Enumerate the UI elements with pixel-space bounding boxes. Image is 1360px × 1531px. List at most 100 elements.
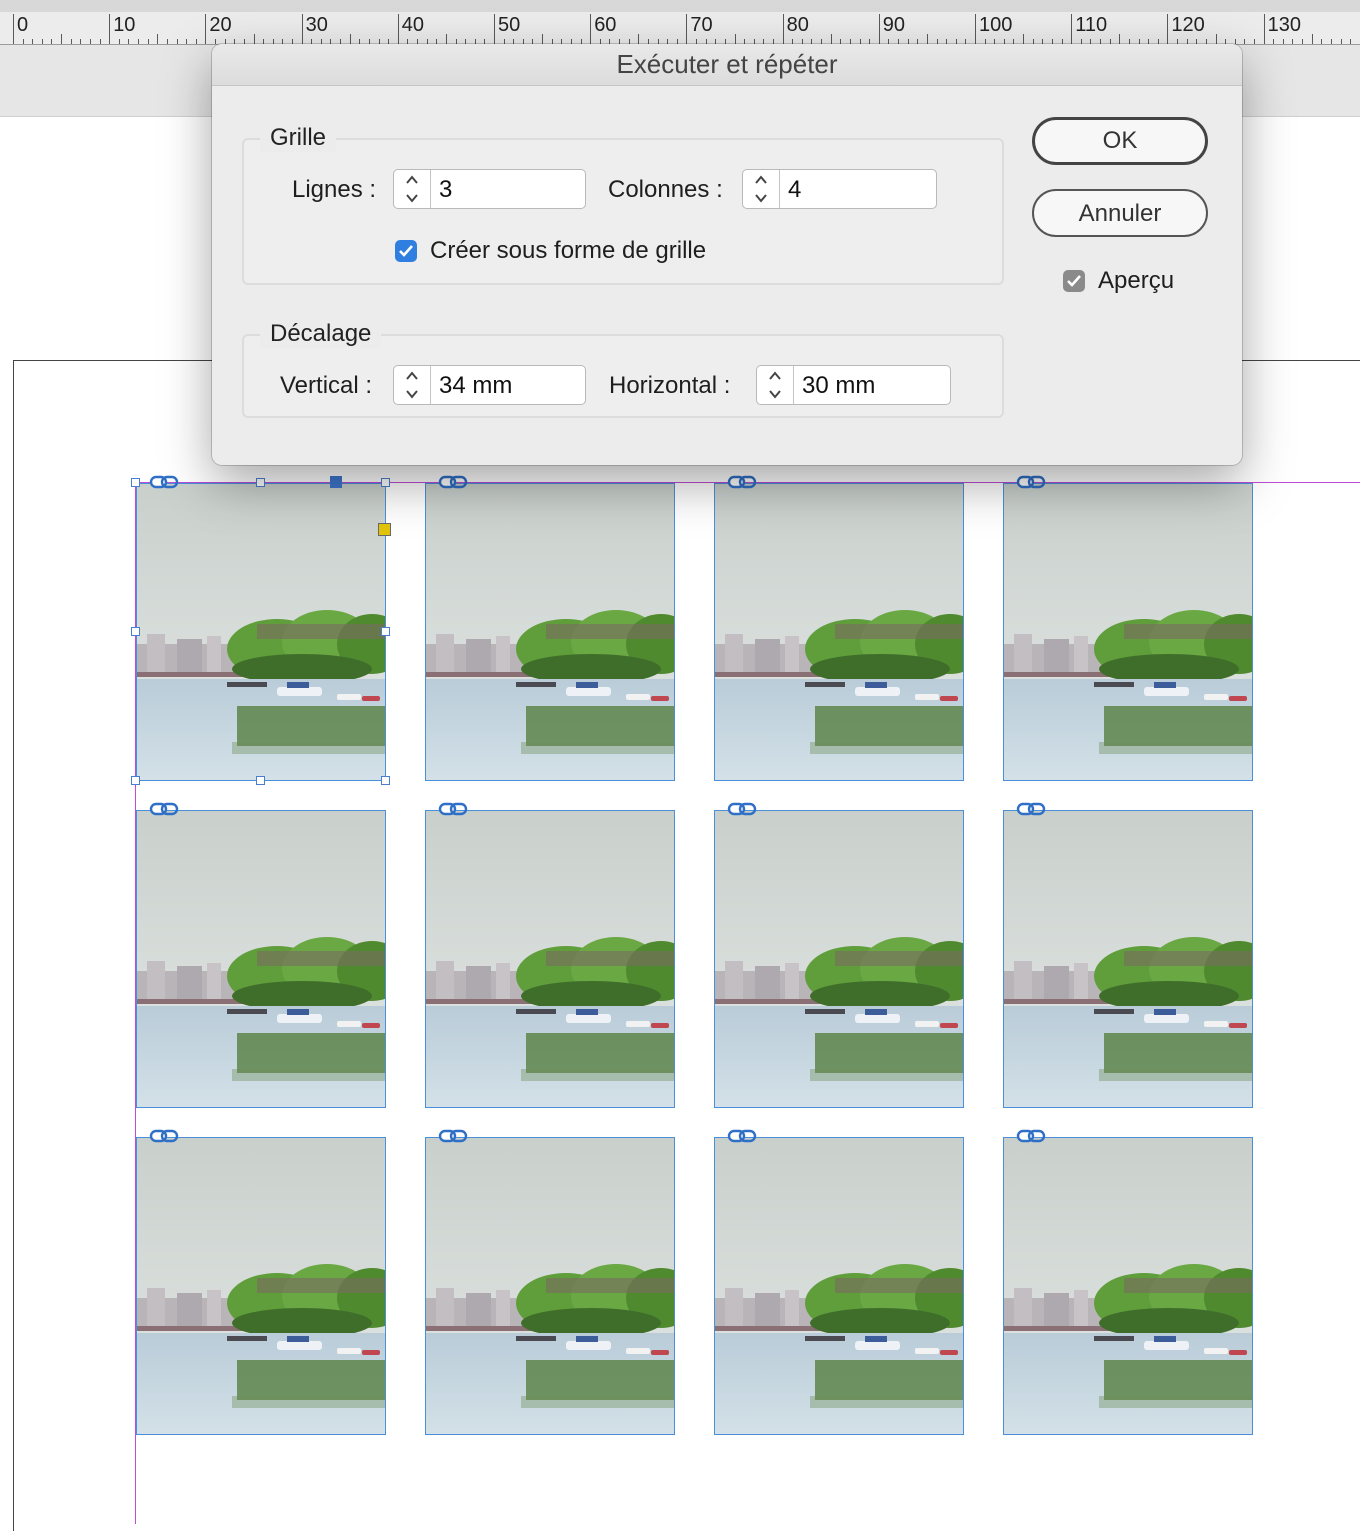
ruler-tick [446,34,447,44]
ruler-tick [975,14,976,44]
ruler-tick [42,39,43,44]
river-photo [1004,484,1253,781]
ruler-label: 90 [883,14,905,37]
create-as-grid-label[interactable]: Créer sous forme de grille [430,237,706,265]
selection-handle[interactable] [256,776,265,785]
ok-button[interactable]: OK [1032,117,1208,165]
chevron-up-icon[interactable] [767,369,783,383]
columns-value[interactable]: 4 [788,176,801,204]
offset-group-title: Décalage [260,320,381,348]
ruler-tick [13,14,14,44]
cancel-button[interactable]: Annuler [1032,189,1208,237]
link-chain-icon[interactable] [438,474,468,490]
chevron-up-icon[interactable] [753,173,769,187]
ruler-tick [398,14,399,44]
chevron-down-icon[interactable] [404,191,420,205]
image-frame[interactable] [1003,810,1253,1108]
river-photo [426,484,675,781]
image-frame[interactable] [1003,483,1253,781]
ruler-tick [686,14,687,44]
columns-label: Colonnes : [608,176,723,204]
image-frame[interactable] [714,810,964,1108]
selection-handle[interactable] [381,776,390,785]
dialog-title[interactable]: Exécuter et répéter [212,44,1242,86]
ruler-tick [302,14,303,44]
link-chain-icon[interactable] [438,1128,468,1144]
window-top-strip [0,0,1360,12]
ruler-tick [71,39,72,44]
chevron-down-icon[interactable] [753,191,769,205]
link-chain-icon[interactable] [1016,801,1046,817]
horizontal-stepper-arrows[interactable] [757,366,794,404]
selection-handle[interactable] [131,478,140,487]
ruler-tick [205,14,206,44]
chevron-up-icon[interactable] [404,173,420,187]
ruler-tick [1254,39,1255,44]
ruler-tick [1341,39,1342,44]
selection-handle[interactable] [131,776,140,785]
image-frame[interactable] [425,483,675,781]
ruler-label: 120 [1171,14,1204,37]
horizontal-value[interactable]: 30 mm [802,372,875,400]
rows-stepper[interactable]: 3 [393,169,586,209]
image-frame[interactable] [136,483,386,781]
river-photo [426,1138,675,1435]
ruler-label: 40 [402,14,424,37]
link-chain-icon[interactable] [438,801,468,817]
river-photo [715,1138,964,1435]
horizontal-ruler[interactable]: 0102030405060708090100110120130 [0,12,1360,45]
image-frame[interactable] [136,1137,386,1435]
chevron-up-icon[interactable] [404,369,420,383]
link-chain-icon[interactable] [149,1128,179,1144]
vertical-value[interactable]: 34 mm [439,372,512,400]
ruler-tick [1167,14,1168,44]
image-frame[interactable] [714,1137,964,1435]
vertical-stepper[interactable]: 34 mm [393,365,586,405]
link-chain-icon[interactable] [727,474,757,490]
link-chain-icon[interactable] [1016,474,1046,490]
ruler-tick [350,34,351,44]
image-frame[interactable] [136,810,386,1108]
ruler-tick [167,39,168,44]
ruler-label: 80 [787,14,809,37]
ruler-tick [1244,39,1245,44]
ruler-label: 70 [690,14,712,37]
chevron-down-icon[interactable] [767,387,783,401]
image-frame[interactable] [1003,1137,1253,1435]
ruler-tick [1321,39,1322,44]
ruler-tick [494,14,495,44]
river-photo [137,1138,386,1435]
ruler-tick [1071,14,1072,44]
link-chain-icon[interactable] [727,801,757,817]
columns-stepper-arrows[interactable] [743,170,780,208]
link-chain-icon[interactable] [1016,1128,1046,1144]
selection-handle[interactable] [131,627,140,636]
ruler-tick [32,39,33,44]
chevron-down-icon[interactable] [404,387,420,401]
preview-label[interactable]: Aperçu [1098,267,1174,295]
ruler-label: 60 [594,14,616,37]
ruler-tick [1283,39,1284,44]
ruler-tick [1023,34,1024,44]
vertical-stepper-arrows[interactable] [394,366,431,404]
image-frame[interactable] [714,483,964,781]
horizontal-stepper[interactable]: 30 mm [756,365,951,405]
selection-handle[interactable] [381,627,390,636]
rows-stepper-arrows[interactable] [394,170,431,208]
link-chain-icon[interactable] [149,801,179,817]
ruler-tick [1331,39,1332,44]
create-as-grid-checkbox[interactable] [395,240,417,262]
columns-stepper[interactable]: 4 [742,169,937,209]
ruler-tick [177,39,178,44]
link-chain-icon[interactable] [149,474,179,490]
ruler-tick [196,39,197,44]
image-frame[interactable] [425,810,675,1108]
corner-options-handle[interactable] [378,523,391,536]
selection-handle[interactable] [381,478,390,487]
preview-checkbox[interactable] [1063,270,1085,292]
image-frame[interactable] [425,1137,675,1435]
selection-handle[interactable] [256,478,265,487]
rows-value[interactable]: 3 [439,176,452,204]
reference-point-handle[interactable] [330,476,342,488]
link-chain-icon[interactable] [727,1128,757,1144]
